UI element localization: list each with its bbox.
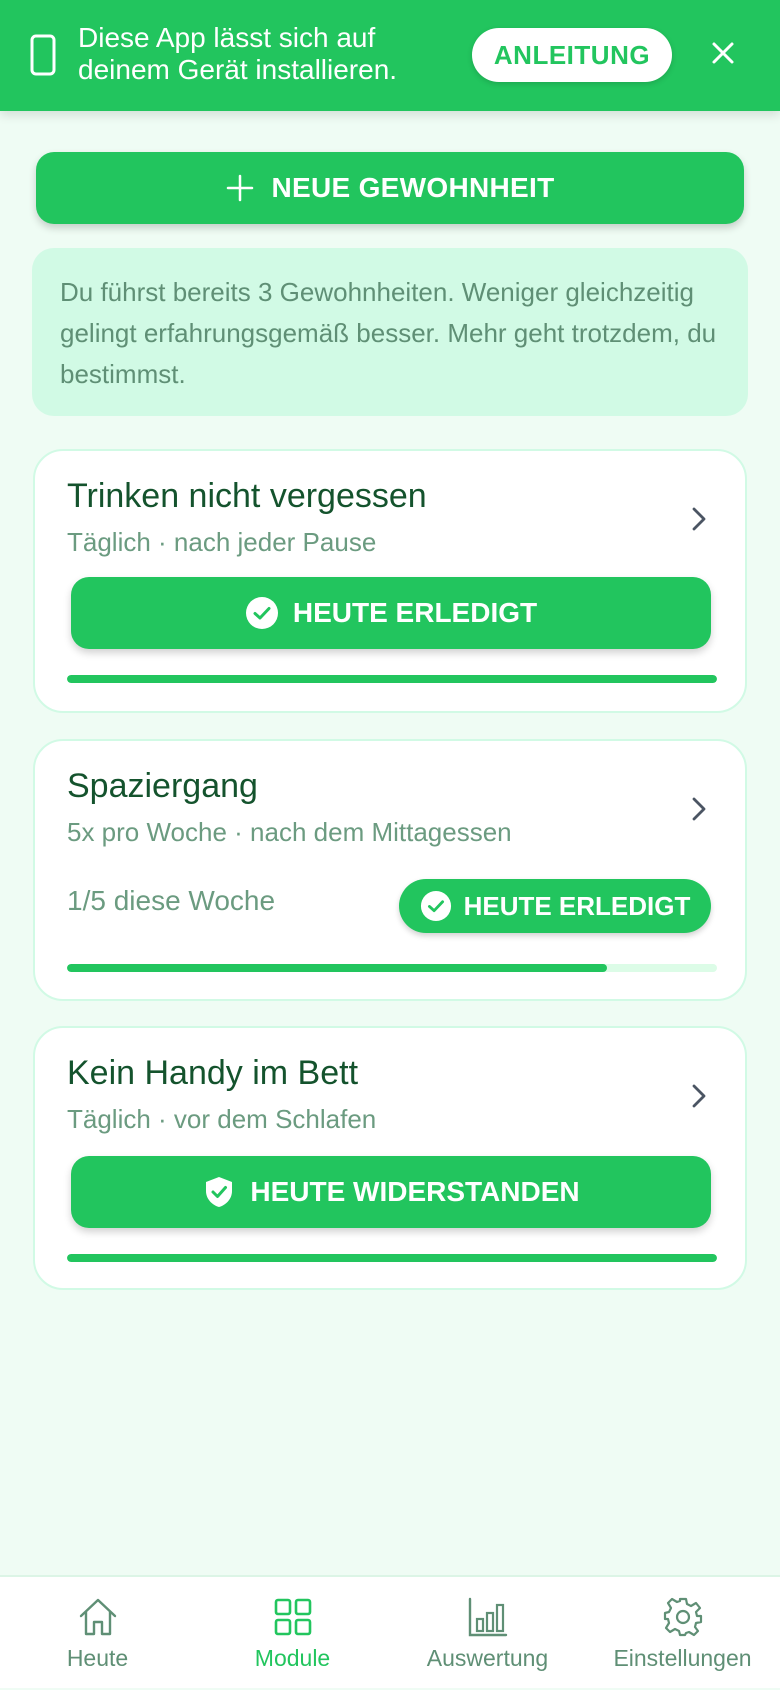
nav-label: Heute (66, 1645, 129, 1671)
habit-subtitle: Täglich · nach jeder Pause (67, 527, 377, 557)
habit-subtitle: 5x pro Woche · nach dem Mittagessen (67, 817, 512, 847)
resisted-today-label: HEUTE WIDERSTANDEN (250, 1176, 580, 1207)
chevron-right-icon[interactable] (689, 505, 709, 533)
done-today-button[interactable]: HEUTE ERLEDIGT (71, 577, 711, 649)
nav-item-einstellungen[interactable]: Einstellungen (585, 1577, 780, 1690)
habit-card[interactable]: Spaziergang 5x pro Woche · nach dem Mitt… (33, 739, 747, 1001)
grid-icon (274, 1598, 311, 1636)
nav-label: Einstellungen (613, 1645, 752, 1671)
habit-title: Kein Handy im Bett (67, 1054, 359, 1092)
new-habit-button[interactable]: NEUE GEWOHNHEIT (36, 152, 744, 224)
gear-icon (663, 1597, 702, 1637)
anleitung-button[interactable]: ANLEITUNG (472, 28, 672, 82)
habit-progress-bar (67, 675, 717, 683)
install-banner-line2: deinem Gerät installieren. (78, 54, 398, 85)
week-count: 1/5 diese Woche (67, 885, 276, 916)
nav-label: Auswertung (426, 1645, 549, 1671)
habit-progress-fill (67, 675, 717, 683)
done-today-label: HEUTE ERLEDIGT (463, 890, 691, 921)
habit-card[interactable]: Kein Handy im Bett Täglich · vor dem Sch… (33, 1026, 747, 1290)
habit-subtitle: Täglich · vor dem Schlafen (67, 1104, 377, 1134)
habit-count-hint: Du führst bereits 3 Gewohnheiten. Wenige… (32, 248, 748, 416)
habit-progress-bar (67, 964, 717, 972)
resisted-today-button[interactable]: HEUTE WIDERSTANDEN (71, 1156, 711, 1228)
check-circle-icon (420, 890, 451, 922)
check-circle-icon (245, 597, 278, 629)
close-icon[interactable] (708, 38, 738, 68)
home-icon (79, 1598, 116, 1636)
plus-icon (226, 174, 253, 202)
habit-card[interactable]: Trinken nicht vergessen Täglich · nach j… (33, 449, 747, 713)
done-today-label: HEUTE ERLEDIGT (292, 597, 538, 628)
chevron-right-icon[interactable] (689, 795, 709, 823)
habit-progress-fill (67, 1254, 717, 1262)
new-habit-label: NEUE GEWOHNHEIT (271, 172, 555, 203)
chevron-right-icon[interactable] (689, 1082, 709, 1110)
nav-item-module[interactable]: Module (195, 1577, 390, 1690)
install-banner-line1: Diese App lässt sich auf (78, 22, 376, 53)
nav-label: Module (254, 1645, 331, 1671)
nav-item-auswertung[interactable]: Auswertung (390, 1577, 585, 1690)
habit-title: Spaziergang (67, 767, 258, 805)
install-banner: Diese App lässt sich auf deinem Gerät in… (0, 0, 780, 111)
install-banner-text: Diese App lässt sich auf deinem Gerät in… (78, 22, 458, 86)
habit-title: Trinken nicht vergessen (67, 477, 427, 515)
done-today-button[interactable]: HEUTE ERLEDIGT (399, 879, 711, 933)
shield-check-icon (206, 1177, 233, 1207)
bar-chart-icon (468, 1597, 507, 1637)
bottom-nav: Heute Module Auswertung Einstellungen (0, 1575, 780, 1688)
habit-progress-fill (67, 964, 607, 972)
nav-item-heute[interactable]: Heute (0, 1577, 195, 1690)
habit-progress-bar (67, 1254, 717, 1262)
phone-icon (30, 34, 56, 76)
